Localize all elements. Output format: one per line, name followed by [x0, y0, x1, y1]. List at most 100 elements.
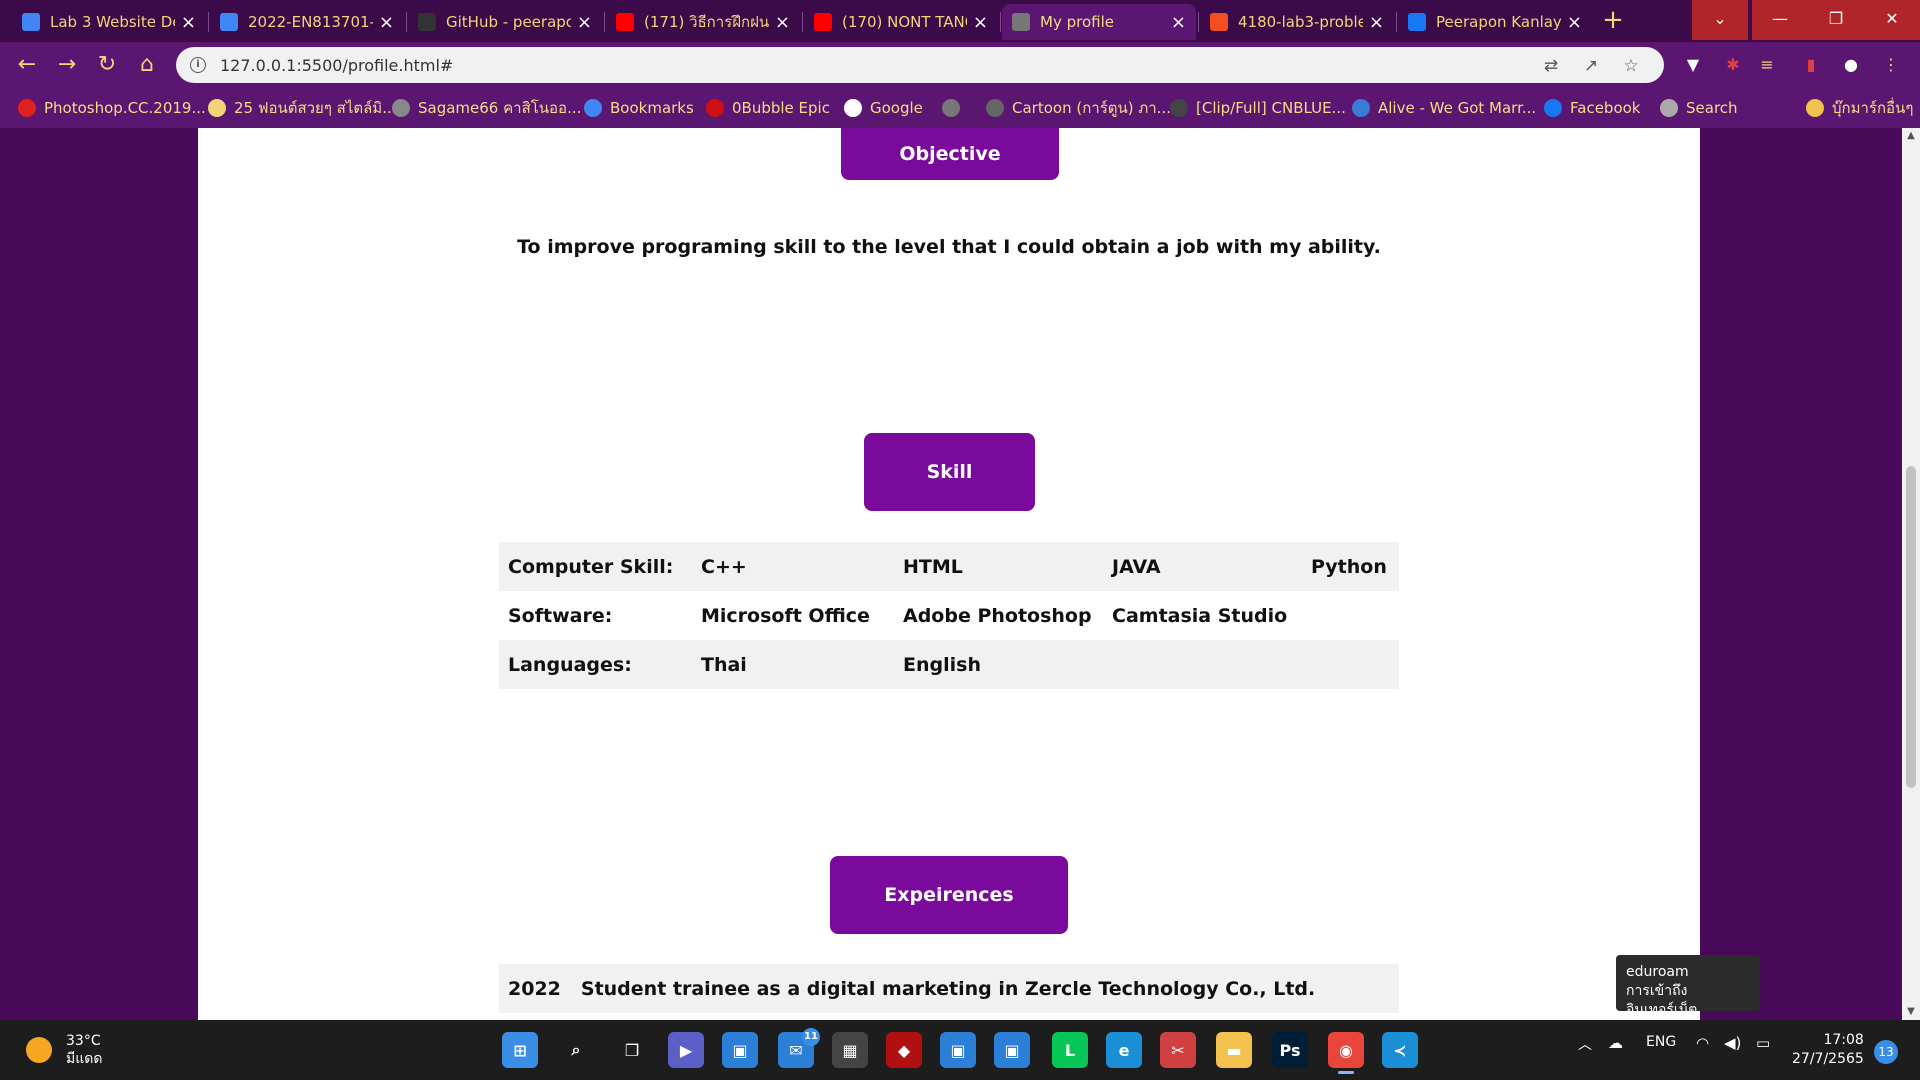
- sa-icon: [392, 99, 410, 117]
- reload-button[interactable]: ↻: [92, 50, 122, 80]
- extension-puzzle-icon[interactable]: ✱: [1722, 54, 1744, 76]
- tab-close-icon[interactable]: ×: [577, 12, 592, 33]
- search-button[interactable]: ⌕: [558, 1032, 594, 1068]
- tab-separator: [1396, 12, 1397, 32]
- bookmark-item[interactable]: Search: [1660, 96, 1738, 120]
- photoshop-button[interactable]: Ps: [1272, 1032, 1308, 1068]
- bookmark-label: Sagame66 คาสิโนออ...: [418, 99, 582, 117]
- language-indicator[interactable]: ENG: [1646, 1034, 1676, 1050]
- bookmark-item[interactable]: 25 ฟอนต์สวยๆ สไตล์มิ...: [208, 96, 397, 120]
- tab[interactable]: 2022-EN813701-I ×: [210, 4, 404, 40]
- tab-close-icon[interactable]: ×: [1171, 12, 1186, 33]
- tab[interactable]: 4180-lab3-proble ×: [1200, 4, 1394, 40]
- close-window-button[interactable]: ✕: [1864, 0, 1920, 40]
- bookmark-item[interactable]: Bookmarks: [584, 96, 694, 120]
- bookmark-item[interactable]: 0Bubble Epic: [706, 96, 830, 120]
- wifi-icon[interactable]: ◠: [1696, 1034, 1709, 1052]
- youtube-icon: [814, 13, 832, 31]
- translate-icon[interactable]: ⇄: [1540, 55, 1562, 77]
- back-button[interactable]: ←: [12, 50, 42, 80]
- media-control-icon[interactable]: ≡: [1756, 54, 1778, 76]
- file-explorer-button[interactable]: ▬: [1216, 1032, 1252, 1068]
- bookmark-label: Search: [1686, 99, 1738, 117]
- skill-heading-button[interactable]: Skill: [864, 433, 1035, 511]
- address-bar[interactable]: i 127.0.0.1:5500/profile.html# ⇄ ↗ ☆: [176, 47, 1664, 83]
- tab[interactable]: Lab 3 Website De ×: [12, 4, 206, 40]
- onedrive-cloud-icon[interactable]: ☁: [1608, 1034, 1623, 1052]
- tab-close-icon[interactable]: ×: [973, 12, 988, 33]
- bookmark-item[interactable]: Alive - We Got Marr...: [1352, 96, 1536, 120]
- app-window-button[interactable]: ▣: [940, 1032, 976, 1068]
- edge-button[interactable]: e: [1106, 1032, 1142, 1068]
- clock[interactable]: 17:08 27/7/2565: [1792, 1031, 1864, 1069]
- bookmark-item[interactable]: Google: [844, 96, 923, 120]
- tab[interactable]: GitHub - peerapo ×: [408, 4, 602, 40]
- skill-item: [1302, 640, 1399, 689]
- extension-red-icon[interactable]: ▮: [1800, 54, 1822, 76]
- battery-icon[interactable]: ▭: [1756, 1034, 1770, 1052]
- folder-icon: [1806, 99, 1824, 117]
- bookmark-item[interactable]: [Clip/Full] CNBLUE...: [1170, 96, 1346, 120]
- bookmark-star-icon[interactable]: ☆: [1620, 55, 1642, 77]
- game-button[interactable]: ◆: [886, 1032, 922, 1068]
- line-button[interactable]: L: [1052, 1032, 1088, 1068]
- tab[interactable]: Peerapon Kanlaya ×: [1398, 4, 1592, 40]
- bookmark-item[interactable]: [942, 96, 968, 120]
- mail-button[interactable]: ✉ 11: [778, 1028, 820, 1068]
- home-button[interactable]: ⌂: [132, 50, 162, 80]
- scroll-down-arrow-icon[interactable]: ▼: [1902, 1004, 1920, 1020]
- bookmark-label: Facebook: [1570, 99, 1641, 117]
- bookmark-item[interactable]: Photoshop.CC.2019...: [18, 96, 206, 120]
- tab-close-icon[interactable]: ×: [775, 12, 790, 33]
- tab-close-icon[interactable]: ×: [1567, 12, 1582, 33]
- app-widget-button[interactable]: ▣: [722, 1032, 758, 1068]
- extension-filter-icon[interactable]: ▼: [1682, 54, 1704, 76]
- notification-badge[interactable]: 13: [1874, 1040, 1898, 1064]
- bookmark-item[interactable]: บุ๊กมาร์กอื่นๆ: [1806, 96, 1913, 120]
- tab-close-icon[interactable]: ×: [181, 12, 196, 33]
- site-info-icon[interactable]: i: [190, 57, 206, 73]
- scroll-up-arrow-icon[interactable]: ▲: [1902, 128, 1920, 144]
- store-button[interactable]: ▦: [832, 1032, 868, 1068]
- bookmark-item[interactable]: Facebook: [1544, 96, 1640, 120]
- restore-button[interactable]: ❐: [1808, 0, 1864, 40]
- minimize-button[interactable]: —: [1752, 0, 1808, 40]
- skill-category-label: Software:: [508, 604, 613, 627]
- new-tab-button[interactable]: +: [1598, 6, 1628, 36]
- skill-item: [1302, 591, 1399, 640]
- tab-search-button[interactable]: ⌄: [1692, 0, 1748, 40]
- objective-heading-button[interactable]: Objective: [841, 128, 1059, 180]
- task-view-button[interactable]: ❐: [614, 1032, 650, 1068]
- tab[interactable]: (170) NONT TANO ×: [804, 4, 998, 40]
- skill-item: HTML: [894, 542, 1103, 591]
- weather-widget[interactable]: 33°C มีแดด: [26, 1032, 102, 1068]
- start-button[interactable]: ⊞: [502, 1032, 538, 1068]
- objective-heading: Objective: [899, 143, 1001, 165]
- vscode-button[interactable]: ≺: [1382, 1032, 1418, 1068]
- forward-button[interactable]: →: [52, 50, 82, 80]
- bookmark-item[interactable]: Cartoon (การ์ตูน) ภา...: [986, 96, 1171, 120]
- tab-title: Lab 3 Website De: [50, 13, 175, 31]
- profile-avatar-icon[interactable]: ●: [1840, 54, 1862, 76]
- chrome-button[interactable]: ◉: [1328, 1032, 1364, 1074]
- e-icon: [986, 99, 1004, 117]
- skill-category-label: Languages:: [499, 640, 692, 689]
- volume-icon[interactable]: ◀): [1724, 1034, 1741, 1052]
- snipping-button[interactable]: ✂: [1160, 1032, 1196, 1068]
- tab[interactable]: (171) วิธีการฝึกฝน ×: [606, 4, 800, 40]
- address-url[interactable]: 127.0.0.1:5500/profile.html#: [220, 56, 453, 75]
- show-hidden-icons-chevron-icon[interactable]: ︿: [1578, 1034, 1592, 1054]
- menu-kebab-icon[interactable]: ⋮: [1880, 54, 1902, 76]
- experiences-heading-button[interactable]: Expeirences: [830, 856, 1068, 934]
- tab-close-icon[interactable]: ×: [1369, 12, 1384, 33]
- page-scrollbar[interactable]: ▲ ▼: [1902, 128, 1920, 1020]
- tab[interactable]: My profile ×: [1002, 4, 1196, 40]
- share-icon[interactable]: ↗: [1580, 55, 1602, 77]
- teams-chat-button[interactable]: ▶: [668, 1032, 704, 1068]
- bookmark-item[interactable]: Sagame66 คาสิโนออ...: [392, 96, 581, 120]
- scrollbar-thumb[interactable]: [1906, 466, 1916, 788]
- tooltip-network-name: eduroam: [1626, 964, 1689, 980]
- clock-date: 27/7/2565: [1792, 1051, 1864, 1067]
- app-window-2-button[interactable]: ▣: [994, 1032, 1030, 1068]
- tab-close-icon[interactable]: ×: [379, 12, 394, 33]
